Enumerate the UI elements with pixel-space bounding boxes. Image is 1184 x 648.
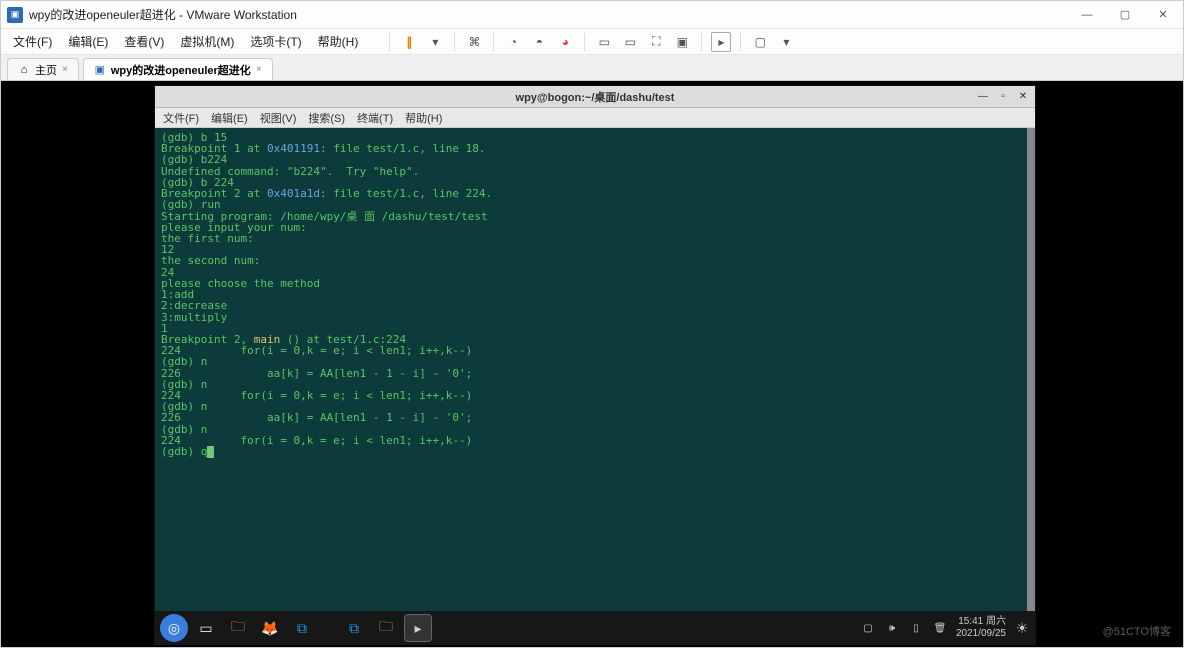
folder-2-icon[interactable]: 🗀	[372, 614, 400, 642]
separator	[454, 33, 455, 51]
separator	[493, 33, 494, 51]
tab-label: 主页	[35, 62, 57, 78]
terminal-menu-view[interactable]: 视图(V)	[260, 110, 297, 126]
files-icon[interactable]: ▭	[192, 614, 220, 642]
menu-file[interactable]: 文件(F)	[7, 31, 58, 52]
layout-1-icon[interactable]: ▭	[594, 32, 614, 52]
tray-battery-icon[interactable]: ▯	[908, 620, 924, 636]
vscode-1-icon[interactable]: ⧉	[288, 614, 316, 642]
minimize-button[interactable]: —	[1073, 5, 1101, 25]
terminal-titlebar[interactable]: wpy@bogon:~/桌面/dashu/test — ▫ ✕	[155, 86, 1035, 108]
snapshot-manager-icon[interactable]: ◓	[529, 32, 549, 52]
terminal-window: wpy@bogon:~/桌面/dashu/test — ▫ ✕ 文件(F) 编辑…	[154, 85, 1036, 633]
terminal-title: wpy@bogon:~/桌面/dashu/test	[155, 89, 1035, 105]
window-title: wpy的改进openeuler超进化 - VMware Workstation	[29, 6, 1073, 23]
terminal-menu-search[interactable]: 搜索(S)	[308, 110, 345, 126]
menu-edit[interactable]: 编辑(E)	[62, 31, 114, 52]
tray-display-icon[interactable]: ▢	[860, 620, 876, 636]
guest-display[interactable]: wpy@bogon:~/桌面/dashu/test — ▫ ✕ 文件(F) 编辑…	[1, 81, 1183, 647]
menu-tabs[interactable]: 选项卡(T)	[244, 31, 307, 52]
vmware-titlebar: ▣ wpy的改进openeuler超进化 - VMware Workstatio…	[1, 1, 1183, 29]
separator	[584, 33, 585, 51]
terminal-menubar: 文件(F) 编辑(E) 视图(V) 搜索(S) 终端(T) 帮助(H)	[155, 108, 1035, 128]
snapshot-icon[interactable]: ◔	[503, 32, 523, 52]
tray-settings-icon[interactable]: ☀	[1014, 620, 1030, 636]
separator	[740, 33, 741, 51]
layout-2-icon[interactable]: ▭	[620, 32, 640, 52]
tab-vm[interactable]: ▣ wpy的改进openeuler超进化 ×	[83, 58, 273, 80]
monitor-icon: ▣	[94, 64, 106, 76]
tab-label: wpy的改进openeuler超进化	[111, 62, 251, 78]
revert-icon[interactable]: ◕	[555, 32, 575, 52]
separator	[701, 33, 702, 51]
vmware-logo-icon: ▣	[7, 7, 23, 23]
terminal-icon[interactable]: ▸	[404, 614, 432, 642]
fullscreen-icon[interactable]: ⛶	[646, 32, 666, 52]
terminal-scrollbar[interactable]	[1027, 128, 1035, 632]
dropdown-icon[interactable]: ▾	[425, 32, 445, 52]
vmware-tabstrip: ⌂ 主页 × ▣ wpy的改进openeuler超进化 ×	[1, 55, 1183, 81]
menu-help[interactable]: 帮助(H)	[312, 31, 365, 52]
pause-icon[interactable]: ∥	[399, 32, 419, 52]
terminal-text: (gdb) b 15Breakpoint 1 at 0x401191: file…	[161, 132, 1029, 458]
terminal-output[interactable]: (gdb) b 15Breakpoint 1 at 0x401191: file…	[155, 128, 1035, 632]
maximize-button[interactable]: ▢	[1111, 5, 1139, 25]
dropdown-icon[interactable]: ▾	[776, 32, 796, 52]
folder-1-icon[interactable]: 🗀	[224, 614, 252, 642]
guest-taskbar: ◎ ▭ 🗀 🦊 ⧉ ⧉ 🗀 ▸ ▢ 🕪 ▯ 🗑 15:41 周六 2021/09…	[154, 611, 1036, 645]
terminal-menu-terminal[interactable]: 终端(T)	[357, 110, 393, 126]
tray-volume-icon[interactable]: 🕪	[884, 620, 900, 636]
terminal-menu-edit[interactable]: 编辑(E)	[211, 110, 248, 126]
terminal-maximize-button[interactable]: ▫	[995, 90, 1011, 104]
vmware-toolbar: ∥ ▾ ⌘ ◔ ◓ ◕ ▭ ▭ ⛶ ▣ ▸ ▢ ▾	[386, 32, 796, 52]
home-icon: ⌂	[18, 64, 30, 76]
unity-icon[interactable]: ▣	[672, 32, 692, 52]
terminal-minimize-button[interactable]: —	[975, 90, 991, 104]
separator	[389, 33, 390, 51]
vmware-window: ▣ wpy的改进openeuler超进化 - VMware Workstatio…	[0, 0, 1184, 648]
terminal-menu-help[interactable]: 帮助(H)	[405, 110, 442, 126]
tab-close-icon[interactable]: ×	[62, 64, 68, 75]
menu-view[interactable]: 查看(V)	[118, 31, 170, 52]
close-button[interactable]: ✕	[1149, 5, 1177, 25]
firefox-icon[interactable]: 🦊	[256, 614, 284, 642]
activities-icon[interactable]: ◎	[160, 614, 188, 642]
clock-date: 2021/09/25	[956, 628, 1006, 640]
devices-icon[interactable]: ▢	[750, 32, 770, 52]
terminal-menu-file[interactable]: 文件(F)	[163, 110, 199, 126]
menu-vm[interactable]: 虚拟机(M)	[174, 31, 240, 52]
watermark: @51CTO博客	[1103, 623, 1171, 639]
tray-trash-icon[interactable]: 🗑	[932, 620, 948, 636]
tab-home[interactable]: ⌂ 主页 ×	[7, 58, 79, 80]
tab-close-icon[interactable]: ×	[256, 64, 262, 75]
terminal-close-button[interactable]: ✕	[1015, 90, 1031, 104]
vmware-menubar: 文件(F) 编辑(E) 查看(V) 虚拟机(M) 选项卡(T) 帮助(H) ∥ …	[1, 29, 1183, 55]
console-icon[interactable]: ▸	[711, 32, 731, 52]
tray: ▢ 🕪 ▯ 🗑 15:41 周六 2021/09/25 ☀	[860, 616, 1030, 640]
clock[interactable]: 15:41 周六 2021/09/25	[956, 616, 1006, 640]
send-ctrl-alt-del-icon[interactable]: ⌘	[464, 32, 484, 52]
vscode-2-icon[interactable]: ⧉	[340, 614, 368, 642]
clock-time: 15:41 周六	[956, 616, 1006, 628]
